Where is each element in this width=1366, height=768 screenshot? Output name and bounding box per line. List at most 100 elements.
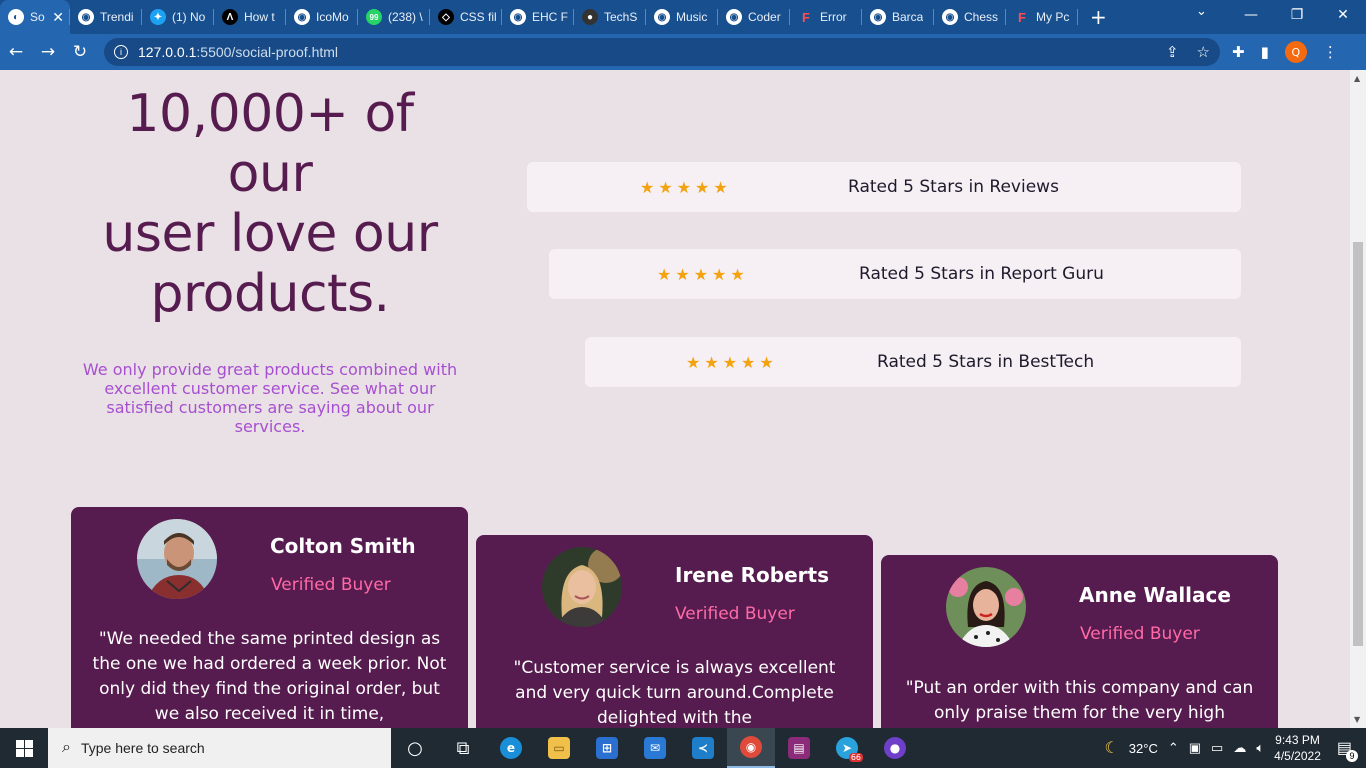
tab-whatsapp[interactable]: 99 (238) \	[358, 0, 430, 34]
tab-label: My Pc	[1036, 10, 1070, 24]
reload-icon[interactable]: ↻	[64, 42, 96, 62]
telegram-icon[interactable]: ➤ 66	[823, 728, 871, 768]
globe-icon: ◉	[942, 9, 958, 25]
task-view-icon[interactable]: ⧉	[439, 728, 487, 768]
store-icon[interactable]: ⊞	[583, 728, 631, 768]
verified-badge: Verified Buyer	[1080, 624, 1200, 644]
tab-label: Music	[676, 10, 708, 24]
vscode-icon[interactable]: ≺	[679, 728, 727, 768]
avatar	[137, 519, 217, 599]
tab-barca[interactable]: ◉ Barca	[862, 0, 934, 34]
browser-toolbar: ← → ↻ i 127.0.0.1:5500/social-proof.html…	[0, 34, 1366, 70]
tab-label: EHC F	[532, 10, 568, 24]
extensions-puzzle-icon[interactable]: ✚	[1232, 43, 1245, 61]
back-arrow-icon[interactable]: ←	[0, 42, 32, 62]
telegram-badge: 66	[848, 753, 863, 762]
clock-date: 4/5/2022	[1274, 749, 1321, 763]
page-scrollbar[interactable]: ▲ ▼	[1350, 70, 1366, 728]
tab-label: (238) \	[388, 10, 423, 24]
heading-line: products.	[150, 264, 390, 324]
bookmark-star-icon[interactable]: ☆	[1197, 43, 1210, 61]
rating-text: Rated 5 Stars in Reviews	[848, 177, 1059, 197]
notification-center-icon[interactable]: ▤ 9	[1331, 738, 1358, 762]
tab-how-to[interactable]: Λ How t	[214, 0, 286, 34]
file-explorer-icon[interactable]: ▭	[535, 728, 583, 768]
weather-temperature[interactable]: 32°C	[1129, 741, 1158, 756]
weather-moon-icon[interactable]: ☾	[1104, 738, 1118, 758]
search-placeholder: Type here to search	[80, 740, 205, 756]
scroll-up-icon[interactable]: ▲	[1354, 74, 1360, 83]
github-desktop-icon[interactable]: ●	[871, 728, 919, 768]
minimize-icon[interactable]: —	[1228, 0, 1274, 30]
tab-chess[interactable]: ◉ Chess	[934, 0, 1006, 34]
chrome-taskbar-icon[interactable]: ◉	[727, 728, 775, 768]
globe-icon: ◉	[510, 9, 526, 25]
tab-label: (1) No	[172, 10, 206, 24]
globe-icon: ◉	[78, 9, 94, 25]
taskbar-search-box[interactable]: ⌕ Type here to search	[48, 728, 391, 768]
testimonial-card: Anne Wallace Verified Buyer "Put an orde…	[881, 555, 1278, 728]
tab-search-chevron-icon[interactable]: ⌄	[1196, 4, 1207, 19]
browser-tab-strip: ◐ So ✕ ◉ Trendi ✦ (1) No Λ How t ◉ IcoMo 99 (…	[0, 0, 1366, 34]
tab-label: Chess	[964, 10, 999, 24]
heading-line: our	[227, 144, 313, 204]
tray-chevron-up-icon[interactable]: ⌃	[1168, 740, 1179, 756]
tab-label: How t	[244, 10, 275, 24]
rating-text: Rated 5 Stars in BestTech	[877, 352, 1095, 372]
hero-heading: 10,000+ of our user love our products.	[70, 84, 470, 324]
share-icon[interactable]: ⇪	[1166, 43, 1179, 61]
tab-error[interactable]: F Error	[790, 0, 862, 34]
forward-arrow-icon[interactable]: →	[32, 42, 64, 62]
tab-techs[interactable]: ● TechS	[574, 0, 646, 34]
avatar-photo-icon	[137, 519, 217, 599]
tab-twitter[interactable]: ✦ (1) No	[142, 0, 214, 34]
address-bar[interactable]: i 127.0.0.1:5500/social-proof.html ⇪ ☆	[104, 38, 1220, 66]
tab-trending[interactable]: ◉ Trendi	[70, 0, 142, 34]
avatar	[946, 567, 1026, 647]
tab-music[interactable]: ◉ Music	[646, 0, 718, 34]
star-rating-icon: ★★★★★	[640, 177, 732, 197]
close-window-icon[interactable]: ✕	[1320, 0, 1366, 30]
heading-line: user love our	[102, 204, 438, 264]
volume-icon[interactable]: 🔈︎	[1256, 740, 1264, 756]
close-tab-icon[interactable]: ✕	[52, 9, 64, 26]
figma-icon: F	[1018, 9, 1026, 25]
customer-name: Irene Roberts	[675, 563, 829, 587]
onedrive-cloud-icon[interactable]: ☁	[1233, 740, 1246, 756]
meet-now-icon[interactable]: ▣	[1189, 740, 1201, 756]
edge-icon[interactable]: e	[487, 728, 535, 768]
winrar-icon[interactable]: ▤	[775, 728, 823, 768]
globe-icon: ◉	[726, 9, 742, 25]
globe-icon: ◉	[294, 9, 310, 25]
tab-icomoon[interactable]: ◉ IcoMo	[286, 0, 358, 34]
search-icon: ⌕	[62, 739, 71, 756]
avatar-photo-icon	[542, 547, 622, 627]
tab-label: Error	[820, 10, 847, 24]
tab-ehc[interactable]: ◉ EHC F	[502, 0, 574, 34]
site-info-icon[interactable]: i	[114, 45, 128, 59]
tab-label: So	[30, 10, 45, 24]
testimonial-quote: "Put an order with this company and can …	[905, 678, 1254, 723]
menu-kebab-icon[interactable]: ⋮	[1323, 43, 1338, 61]
rating-reviews: ★★★★★ Rated 5 Stars in Reviews	[527, 162, 1241, 212]
tab-css-filter[interactable]: ◇ CSS fil	[430, 0, 502, 34]
cortana-icon[interactable]: ○	[391, 728, 439, 768]
url-host: 127.0.0.1	[138, 44, 197, 60]
scroll-down-icon[interactable]: ▼	[1354, 715, 1360, 724]
globe-icon: ◉	[654, 9, 670, 25]
clock-time: 9:43 PM	[1275, 733, 1320, 747]
new-tab-button[interactable]: +	[1078, 0, 1119, 34]
tab-coder[interactable]: ◉ Coder	[718, 0, 790, 34]
system-clock[interactable]: 9:43 PM 4/5/2022	[1274, 732, 1321, 764]
mail-icon[interactable]: ✉	[631, 728, 679, 768]
window-controls: — ❐ ✕	[1228, 0, 1366, 30]
profile-avatar[interactable]: Q	[1284, 41, 1307, 63]
scrollbar-thumb[interactable]	[1353, 242, 1363, 646]
start-button[interactable]	[0, 728, 48, 768]
codepen-icon: ◇	[438, 9, 454, 25]
side-panel-icon[interactable]: ▮	[1261, 43, 1269, 61]
restore-icon[interactable]: ❐	[1274, 0, 1320, 30]
tab-social-proof[interactable]: ◐ So ✕	[0, 0, 70, 34]
tab-my-pc[interactable]: F My Pc	[1006, 0, 1078, 34]
battery-icon[interactable]: ▭	[1211, 740, 1223, 756]
